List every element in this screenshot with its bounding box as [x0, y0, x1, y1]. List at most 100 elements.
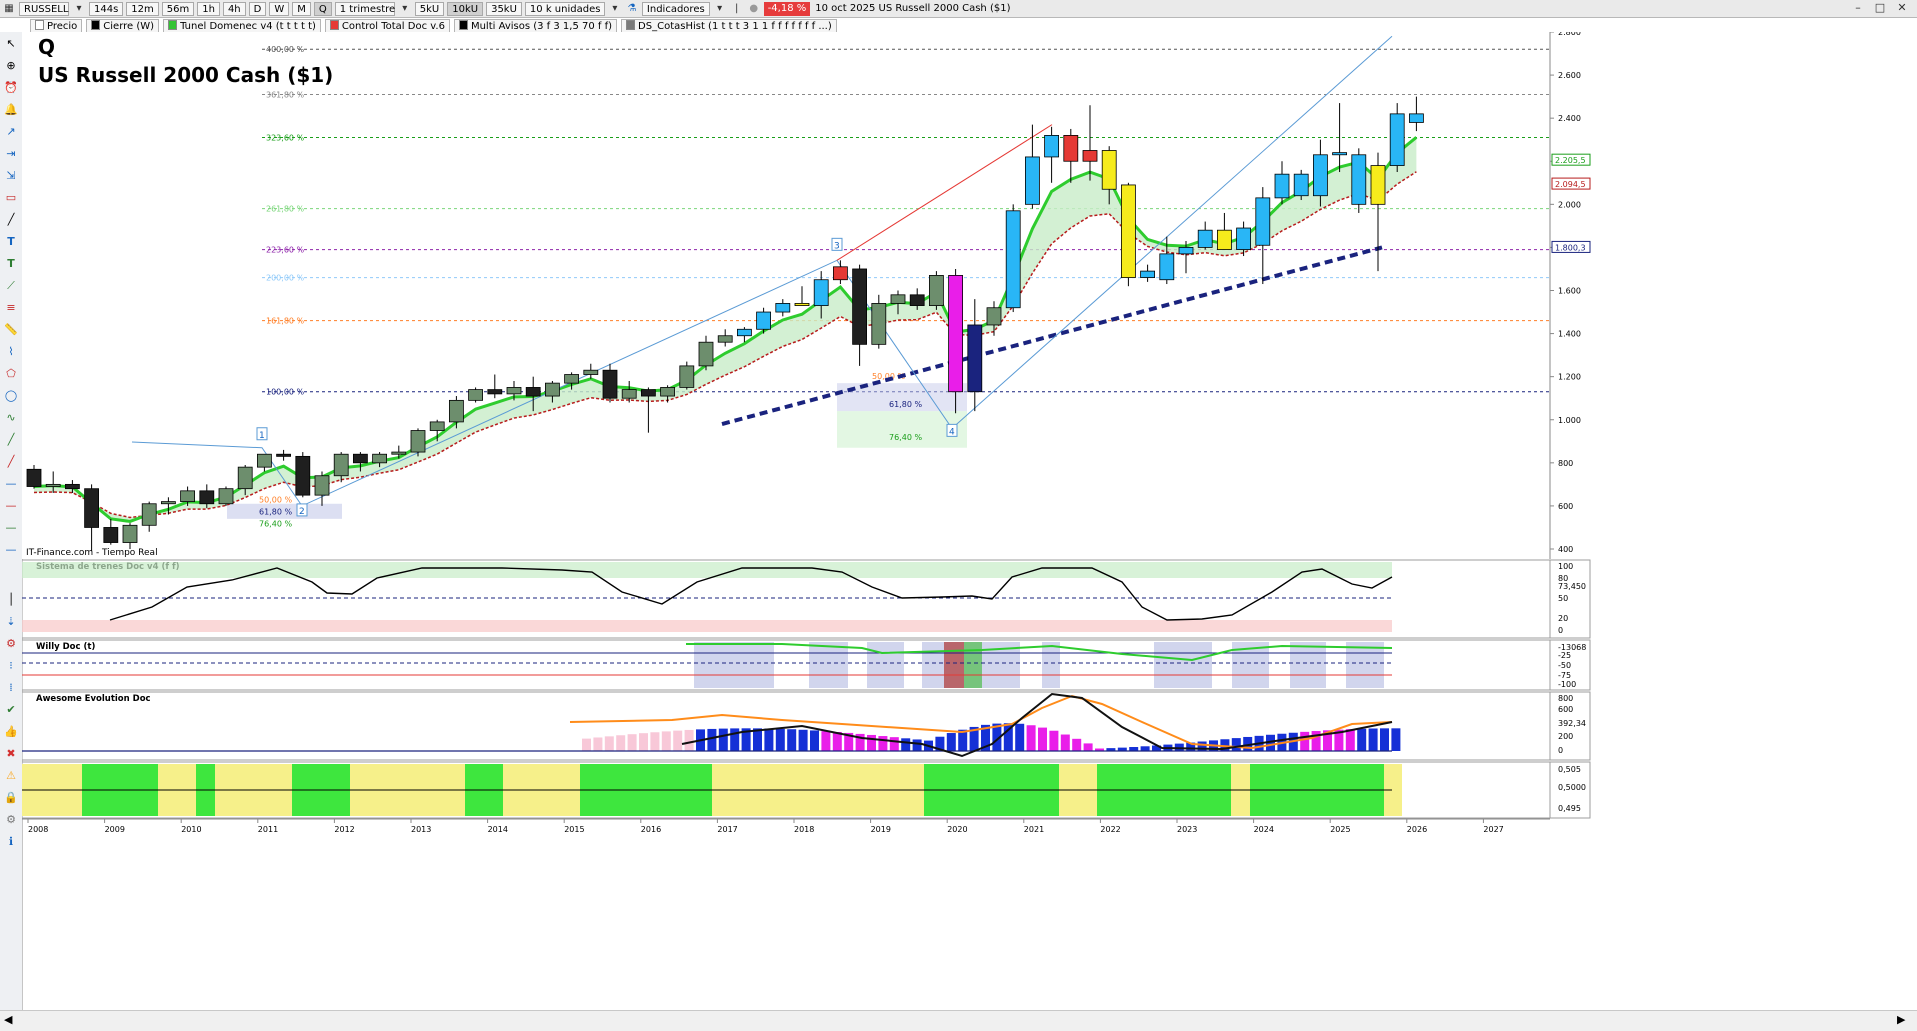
ae-bar — [912, 739, 922, 751]
zoom-icon[interactable]: ⊕ — [3, 58, 19, 74]
period-code: Q — [38, 35, 55, 59]
candle-body — [1351, 154, 1367, 205]
segment-tool-4-icon[interactable]: — — [3, 542, 19, 558]
warning-icon[interactable]: ⚠ — [3, 768, 19, 784]
segment-tool-3-icon[interactable]: — — [3, 520, 19, 536]
delete-icon[interactable]: ✖ — [3, 746, 19, 762]
tf-4h[interactable]: 4h — [222, 1, 246, 16]
indicators-icon[interactable]: ⚗ — [625, 2, 639, 16]
candle-body — [1293, 173, 1309, 197]
maximize-icon[interactable]: □ — [1873, 1, 1887, 15]
chevron-down-icon[interactable]: ▾ — [72, 2, 86, 16]
candle-body — [372, 453, 388, 464]
polygon-tool-icon[interactable]: ⬠ — [3, 366, 19, 382]
cursor-icon[interactable]: ↖ — [3, 36, 19, 52]
channel-tool-icon[interactable]: ⟋ — [3, 278, 19, 294]
indicator-tick-label: 50 — [1558, 594, 1568, 603]
unit-5k[interactable]: 5kU — [414, 1, 445, 16]
wave-tool-icon[interactable]: ∿ — [3, 410, 19, 426]
chevron-down-icon[interactable]: ▾ — [608, 2, 622, 16]
arrow-tool-icon[interactable]: ↗ — [3, 124, 19, 140]
indicator-tick-label: -100 — [1558, 680, 1576, 689]
candle-body — [852, 268, 867, 345]
units-select[interactable]: 10 k unidades — [524, 1, 605, 16]
settings-icon[interactable]: ⚙ — [3, 812, 19, 828]
ae-bar — [901, 738, 911, 751]
tf-d[interactable]: D — [248, 1, 267, 16]
close-icon[interactable]: ✕ — [1895, 1, 1909, 15]
vline-tool-icon[interactable]: │ — [3, 592, 19, 608]
chevron-down-icon[interactable]: ▾ — [398, 2, 412, 16]
ae-bar — [1049, 730, 1059, 751]
tf-m[interactable]: M — [292, 1, 311, 16]
indicator-tick-label: -50 — [1558, 661, 1571, 670]
wave-label: 4 — [949, 427, 955, 437]
willy-zone — [1346, 642, 1384, 688]
candle-body — [218, 488, 234, 505]
symbol-field[interactable]: RUSSELL — [19, 1, 69, 16]
ae-bar — [673, 730, 683, 751]
fib-tool-icon[interactable]: ≡ — [3, 300, 19, 316]
tf-q[interactable]: Q — [313, 1, 332, 16]
period-select[interactable]: 1 trimestre — [334, 1, 395, 16]
time-tick-label: 2014 — [488, 825, 508, 834]
info-icon[interactable]: ℹ — [3, 834, 19, 850]
retrace-label: 61,80 % — [259, 508, 292, 517]
chart-area[interactable]: 400,00 %361,80 %323,60 %261,80 %223,60 %… — [22, 32, 1917, 1024]
indicator-chip-label: DS_CotasHist (1 t t t 3 1 1 f f f f f f … — [638, 21, 832, 32]
bell-icon[interactable]: 🔔 — [3, 102, 19, 118]
ae-bar — [1357, 728, 1367, 751]
color-swatch-icon — [91, 20, 101, 30]
settings-tool-icon[interactable]: ⚙ — [3, 636, 19, 652]
segment-tool-2-icon[interactable]: — — [3, 498, 19, 514]
fib-level-label: 400,00 % — [266, 45, 305, 54]
trend-tool-2-icon[interactable]: ╱ — [3, 454, 19, 470]
candle-body — [1332, 152, 1347, 156]
tf-144s[interactable]: 144s — [89, 1, 124, 16]
indicator-tick-label: 0,495 — [1558, 804, 1581, 813]
rect-tool-icon[interactable]: ▭ — [3, 190, 19, 206]
overbought-zone — [22, 562, 1392, 578]
vline-tool-2-icon[interactable]: ⇣ — [3, 614, 19, 630]
dots-tool-icon[interactable]: ⁝ — [3, 658, 19, 674]
tf-12m[interactable]: 12m — [126, 1, 159, 16]
horizontal-scrollbar[interactable]: ◀ ▶ — [0, 1010, 1917, 1031]
ellipse-tool-icon[interactable]: ◯ — [3, 388, 19, 404]
ae-bar — [627, 734, 637, 751]
text-tool-icon[interactable]: T — [3, 234, 19, 250]
candle-body — [525, 387, 541, 397]
tf-56m[interactable]: 56m — [161, 1, 195, 16]
price-tick-label: 2.000 — [1558, 200, 1581, 209]
segment-tool-icon[interactable]: — — [3, 476, 19, 492]
scroll-left-icon[interactable]: ◀ — [4, 1013, 12, 1026]
measure-tool-icon[interactable]: ⇲ — [3, 168, 19, 184]
ae-bar — [639, 733, 648, 751]
dots-tool-2-icon[interactable]: ⁞ — [3, 680, 19, 696]
thumbs-up-icon[interactable]: 👍 — [3, 724, 19, 740]
tf-w[interactable]: W — [269, 1, 290, 16]
candle-body — [948, 275, 963, 393]
price-tick-label: 1.400 — [1558, 330, 1581, 339]
text-tool-2-icon[interactable]: T — [3, 256, 19, 272]
check-icon[interactable]: ✔ — [3, 702, 19, 718]
time-tick-label: 2027 — [1483, 825, 1503, 834]
alarm-icon[interactable]: ⏰ — [3, 80, 19, 96]
grid-menu-icon[interactable]: ▦ — [2, 2, 16, 16]
scroll-right-icon[interactable]: ▶ — [1897, 1013, 1905, 1026]
minimize-icon[interactable]: – — [1851, 1, 1865, 15]
price-tag-label: 2.205,5 — [1555, 156, 1586, 165]
ae-bar — [661, 731, 671, 751]
hline-tool-icon[interactable]: ⇥ — [3, 146, 19, 162]
fib-level-label: 261,80 % — [266, 205, 305, 214]
pattern-tool-icon[interactable]: ⌇ — [3, 344, 19, 360]
lock-icon[interactable]: 🔒 — [3, 790, 19, 806]
unit-35k[interactable]: 35kU — [486, 1, 522, 16]
indicators-button[interactable]: Indicadores — [641, 1, 710, 16]
time-tick-label: 2022 — [1100, 825, 1120, 834]
tf-1h[interactable]: 1h — [197, 1, 220, 16]
chevron-down-icon[interactable]: ▾ — [713, 2, 727, 16]
unit-10k[interactable]: 10kU — [447, 1, 484, 16]
ruler-tool-icon[interactable]: 📏 — [3, 322, 19, 338]
trend-tool-icon[interactable]: ╱ — [3, 432, 19, 448]
line-tool-icon[interactable]: ╱ — [3, 212, 19, 228]
